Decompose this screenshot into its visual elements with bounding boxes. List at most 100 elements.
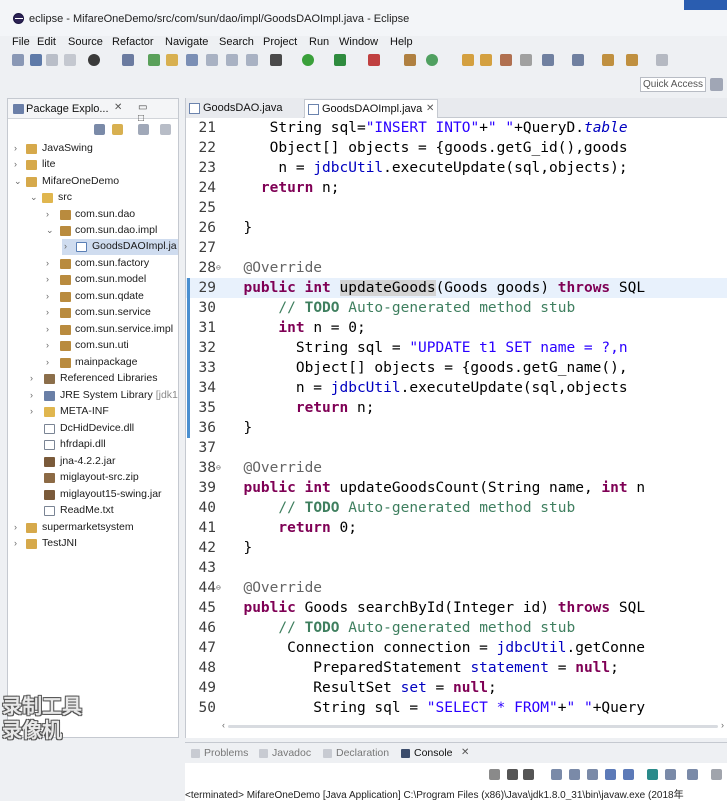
coverage-icon[interactable] bbox=[334, 54, 346, 66]
external-tools-icon[interactable] bbox=[368, 54, 380, 66]
tree-item-miglayout-src-zip[interactable]: miglayout-src.zip bbox=[8, 470, 178, 486]
horizontal-scrollbar[interactable]: ‹ › bbox=[222, 720, 726, 732]
tree-item-jna-jar[interactable]: jna-4.2.2.jar bbox=[8, 454, 178, 470]
pin-icon[interactable] bbox=[520, 54, 532, 66]
tree-item-dchiddevice-dll[interactable]: DcHidDevice.dll bbox=[8, 421, 178, 437]
package-explorer-icon bbox=[13, 104, 24, 114]
pin-console-icon[interactable] bbox=[647, 769, 658, 780]
scroll-lock-icon[interactable] bbox=[569, 769, 580, 780]
tree-item-hfrdapi-dll[interactable]: hfrdapi.dll bbox=[8, 437, 178, 453]
new-icon[interactable] bbox=[12, 54, 24, 66]
close-icon[interactable]: ✕ bbox=[461, 747, 469, 758]
code-text-area[interactable]: 21 String sql="INSERT INTO"+" "+QueryD.t… bbox=[186, 118, 727, 718]
new-package-icon[interactable] bbox=[426, 54, 438, 66]
close-icon[interactable]: ✕ bbox=[114, 102, 122, 113]
show-on-error-icon[interactable] bbox=[623, 769, 634, 780]
menu-run[interactable]: Run bbox=[309, 36, 329, 48]
back-icon[interactable] bbox=[602, 54, 614, 66]
tree-item-readme-txt[interactable]: ReadMe.txt bbox=[8, 503, 178, 519]
menu-project[interactable]: Project bbox=[263, 36, 297, 48]
tree-item-com-sun-service[interactable]: › com.sun.service bbox=[8, 305, 178, 321]
open-type-icon[interactable] bbox=[148, 54, 160, 66]
perspective-icon[interactable] bbox=[710, 78, 723, 91]
menu-source[interactable]: Source bbox=[68, 36, 103, 48]
print-icon[interactable] bbox=[64, 54, 76, 66]
package-explorer-tab[interactable]: Package Explo... ✕ ▭ □ bbox=[8, 99, 178, 124]
tree-item-com-sun-dao[interactable]: › com.sun.dao bbox=[8, 207, 178, 223]
settings-gear-icon[interactable] bbox=[270, 54, 282, 66]
skip-breakpoints-icon[interactable] bbox=[122, 54, 134, 66]
display-console-icon[interactable] bbox=[665, 769, 676, 780]
tree-item-goodsdaoimpl[interactable]: › GoodsDAOImpl.ja bbox=[62, 239, 178, 255]
link-with-editor-icon[interactable] bbox=[112, 124, 123, 135]
tree-item-com-sun-service-impl[interactable]: › com.sun.service.impl bbox=[8, 322, 178, 338]
line-number: 45 bbox=[198, 600, 216, 616]
declaration-icon bbox=[323, 749, 332, 758]
tree-item-com-sun-qdate[interactable]: › com.sun.qdate bbox=[8, 289, 178, 305]
pencil-icon[interactable] bbox=[500, 54, 512, 66]
run-icon[interactable] bbox=[302, 54, 314, 66]
chevron-down-icon[interactable] bbox=[160, 124, 171, 135]
open-task-icon[interactable] bbox=[480, 54, 492, 66]
quick-access-input[interactable]: Quick Access bbox=[640, 77, 706, 92]
fold-toggle-icon[interactable]: ⊖ bbox=[216, 458, 221, 478]
tree-item-miglayout15-swing-jar[interactable]: miglayout15-swing.jar bbox=[8, 487, 178, 503]
save-all-icon[interactable] bbox=[46, 54, 58, 66]
window-control-button[interactable] bbox=[684, 0, 727, 10]
tree-item-src[interactable]: ⌄ src bbox=[8, 190, 178, 206]
code-line: 32 String sql = "UPDATE t1 SET name = ?,… bbox=[186, 338, 727, 358]
eclipse-logo-icon bbox=[13, 13, 24, 24]
show-on-output-icon[interactable] bbox=[605, 769, 616, 780]
menu-file[interactable]: File bbox=[12, 36, 30, 48]
history-arrow-icon[interactable] bbox=[656, 54, 668, 66]
open-folder-icon[interactable] bbox=[462, 54, 474, 66]
toggle-mark-icon[interactable] bbox=[166, 54, 178, 66]
tree-item-testjni[interactable]: › TestJNI bbox=[8, 536, 178, 552]
close-icon[interactable]: ✕ bbox=[426, 103, 434, 114]
tree-item-jre-system-library[interactable]: › JRE System Library [jdk1 bbox=[8, 388, 178, 404]
debug-icon[interactable] bbox=[88, 54, 100, 66]
next-annotation-icon[interactable] bbox=[542, 54, 554, 66]
tree-item-javaswing[interactable]: › JavaSwing bbox=[8, 141, 178, 157]
menu-refactor[interactable]: Refactor bbox=[112, 36, 154, 48]
block-icon[interactable] bbox=[226, 54, 238, 66]
edit-icon[interactable] bbox=[206, 54, 218, 66]
open-console-icon[interactable] bbox=[687, 769, 698, 780]
fold-toggle-icon[interactable]: ⊖ bbox=[216, 258, 221, 278]
tree-item-com-sun-uti[interactable]: › com.sun.uti bbox=[8, 338, 178, 354]
prev-annotation-icon[interactable] bbox=[572, 54, 584, 66]
terminate-icon[interactable] bbox=[489, 769, 500, 780]
tab-goodsdaoimpl-java[interactable]: GoodsDAOImpl.java ✕ bbox=[304, 99, 438, 118]
new-java-project-icon[interactable] bbox=[404, 54, 416, 66]
forward-icon[interactable] bbox=[626, 54, 638, 66]
menu-edit[interactable]: Edit bbox=[37, 36, 56, 48]
tree-item-referenced-libraries[interactable]: › Referenced Libraries bbox=[8, 371, 178, 387]
menu-window[interactable]: Window bbox=[339, 36, 378, 48]
menu-help[interactable]: Help bbox=[390, 36, 413, 48]
tree-item-com-sun-model[interactable]: › com.sun.model bbox=[8, 272, 178, 288]
show-whitespace-icon[interactable] bbox=[246, 54, 258, 66]
scrollbar-thumb[interactable] bbox=[228, 725, 718, 728]
scroll-right-icon[interactable]: › bbox=[721, 720, 724, 730]
menu-search[interactable]: Search bbox=[219, 36, 254, 48]
save-icon[interactable] bbox=[30, 54, 42, 66]
minimize-icon[interactable] bbox=[711, 769, 722, 780]
search-task-icon[interactable] bbox=[186, 54, 198, 66]
word-wrap-icon[interactable] bbox=[587, 769, 598, 780]
tree-item-mifareonedemo[interactable]: ⌄ MifareOneDemo bbox=[8, 174, 178, 190]
tree-item-lite[interactable]: › lite bbox=[8, 157, 178, 173]
tree-item-supermarketsystem[interactable]: › supermarketsystem bbox=[8, 520, 178, 536]
view-menu-icon[interactable] bbox=[138, 124, 149, 135]
tab-goodsdao-java[interactable]: GoodsDAO.java bbox=[186, 99, 303, 118]
tree-item-com-sun-factory[interactable]: › com.sun.factory bbox=[8, 256, 178, 272]
tree-item-mainpackage[interactable]: › mainpackage bbox=[8, 355, 178, 371]
remove-all-icon[interactable] bbox=[523, 769, 534, 780]
tree-item-com-sun-dao-impl[interactable]: ⌄ com.sun.dao.impl bbox=[8, 223, 178, 239]
scroll-left-icon[interactable]: ‹ bbox=[222, 720, 225, 730]
fold-toggle-icon[interactable]: ⊖ bbox=[216, 578, 221, 598]
menu-navigate[interactable]: Navigate bbox=[165, 36, 208, 48]
tree-item-meta-inf[interactable]: › META-INF bbox=[8, 404, 178, 420]
clear-console-icon[interactable] bbox=[551, 769, 562, 780]
remove-launch-icon[interactable] bbox=[507, 769, 518, 780]
collapse-all-icon[interactable] bbox=[94, 124, 105, 135]
